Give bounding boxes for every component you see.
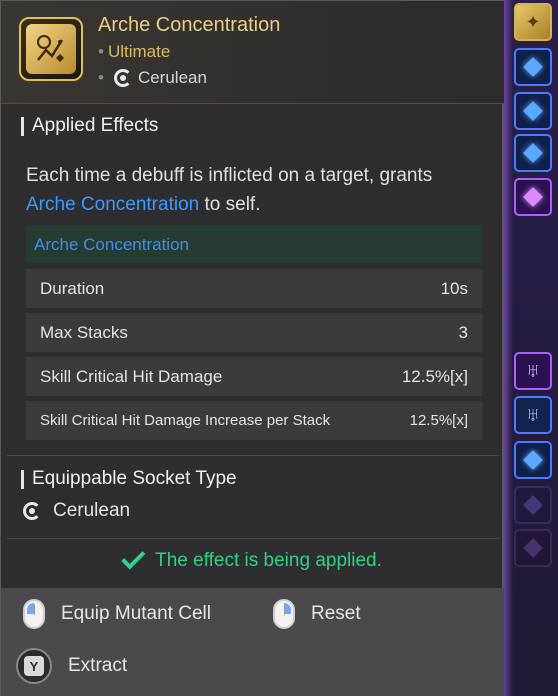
item-grade: • Ultimate xyxy=(98,42,170,62)
socket-slot[interactable] xyxy=(514,441,552,479)
item-name: Arche Concentration xyxy=(98,14,281,36)
socket-slot-purple[interactable] xyxy=(514,178,552,216)
stat-value: 12.5%[x] xyxy=(401,366,468,386)
left-click-icon xyxy=(23,599,45,629)
diamond-icon xyxy=(523,450,543,470)
arche-concentration-icon xyxy=(26,24,76,74)
equippable-socket-label: Cerulean xyxy=(53,500,131,521)
stat-row-crit-damage: Skill Critical Hit Damage 12.5%[x] xyxy=(26,357,482,396)
section-bar xyxy=(21,469,24,489)
diamond-icon xyxy=(523,101,543,121)
item-socket-label: Cerulean xyxy=(137,68,207,87)
socket-slot-crest-purple[interactable]: ♅ xyxy=(514,352,552,390)
description-highlight: Arche Concentration xyxy=(26,194,200,215)
equip-label: Equip Mutant Cell xyxy=(61,603,211,624)
panel-edge-glow xyxy=(503,0,513,696)
equip-mutant-cell-action[interactable]: Equip Mutant Cell xyxy=(23,599,211,629)
socket-slot-crest-blue[interactable]: ♅ xyxy=(514,396,552,434)
description-suffix: to self. xyxy=(199,194,261,215)
equippable-socket-value: Cerulean xyxy=(23,500,130,522)
bullet-icon: • xyxy=(98,42,104,61)
item-icon-frame xyxy=(19,17,83,81)
extract-action[interactable]: Y Extract xyxy=(16,648,127,684)
socket-slot-equipped-gold[interactable]: ✦ xyxy=(514,3,552,41)
socket-slot-locked[interactable] xyxy=(514,486,552,524)
stat-label: Skill Critical Hit Damage Increase per S… xyxy=(40,412,331,429)
section-divider xyxy=(7,538,499,539)
tooltip-header: Arche Concentration • Ultimate • Cerulean xyxy=(1,1,504,104)
checkmark-icon xyxy=(121,545,146,570)
stat-label: Skill Critical Hit Damage xyxy=(40,366,223,386)
stat-value: 12.5%[x] xyxy=(409,412,468,429)
diamond-icon xyxy=(523,538,543,558)
item-grade-label: Ultimate xyxy=(107,42,171,61)
status-text: The effect is being applied. xyxy=(155,550,382,571)
effect-description: Each time a debuff is inflicted on a tar… xyxy=(26,161,486,219)
effect-name-header: Arche Concentration xyxy=(26,225,482,263)
arche-concentration-slot-icon: ✦ xyxy=(525,11,541,32)
socket-slot[interactable] xyxy=(514,48,552,86)
section-bar xyxy=(21,116,24,136)
crest-icon: ♅ xyxy=(525,360,541,382)
equippable-socket-heading: Equippable Socket Type xyxy=(21,468,237,490)
diamond-icon xyxy=(523,187,543,207)
stat-row-duration: Duration 10s xyxy=(26,269,482,308)
diamond-icon xyxy=(523,57,543,77)
stat-label: Duration xyxy=(40,278,105,298)
applied-effects-heading: Applied Effects xyxy=(21,115,158,137)
socket-slot[interactable] xyxy=(514,92,552,130)
equippable-socket-title: Equippable Socket Type xyxy=(32,468,237,489)
cerulean-icon xyxy=(23,502,41,520)
reset-label: Reset xyxy=(311,603,361,624)
stat-row-crit-damage-per-stack: Skill Critical Hit Damage Increase per S… xyxy=(26,401,482,440)
stat-label: Max Stacks xyxy=(40,322,128,342)
stat-row-max-stacks: Max Stacks 3 xyxy=(26,313,482,352)
diamond-icon xyxy=(523,495,543,515)
extract-label: Extract xyxy=(68,655,128,676)
y-key-label: Y xyxy=(24,656,44,676)
stat-value: 10s xyxy=(440,278,468,298)
stat-value: 3 xyxy=(458,322,468,342)
socket-slot[interactable] xyxy=(514,134,552,172)
bullet-icon: • xyxy=(98,68,104,87)
reset-action[interactable]: Reset xyxy=(273,599,361,629)
y-button-icon: Y xyxy=(16,648,52,684)
socket-slot-locked[interactable] xyxy=(514,529,552,567)
diamond-icon xyxy=(523,143,543,163)
mutant-cell-tooltip: Arche Concentration • Ultimate • Cerulean… xyxy=(0,0,504,696)
section-divider xyxy=(7,455,499,456)
item-socket-type: • Cerulean xyxy=(98,68,207,88)
description-prefix: Each time a debuff is inflicted on a tar… xyxy=(26,165,433,186)
cerulean-icon xyxy=(113,69,132,87)
effect-applied-status: The effect is being applied. xyxy=(1,543,504,579)
crest-icon: ♅ xyxy=(525,404,541,426)
right-click-icon xyxy=(273,599,295,629)
applied-effects-title: Applied Effects xyxy=(32,115,159,136)
tooltip-actions: Equip Mutant Cell Reset Y Extract xyxy=(1,588,504,696)
